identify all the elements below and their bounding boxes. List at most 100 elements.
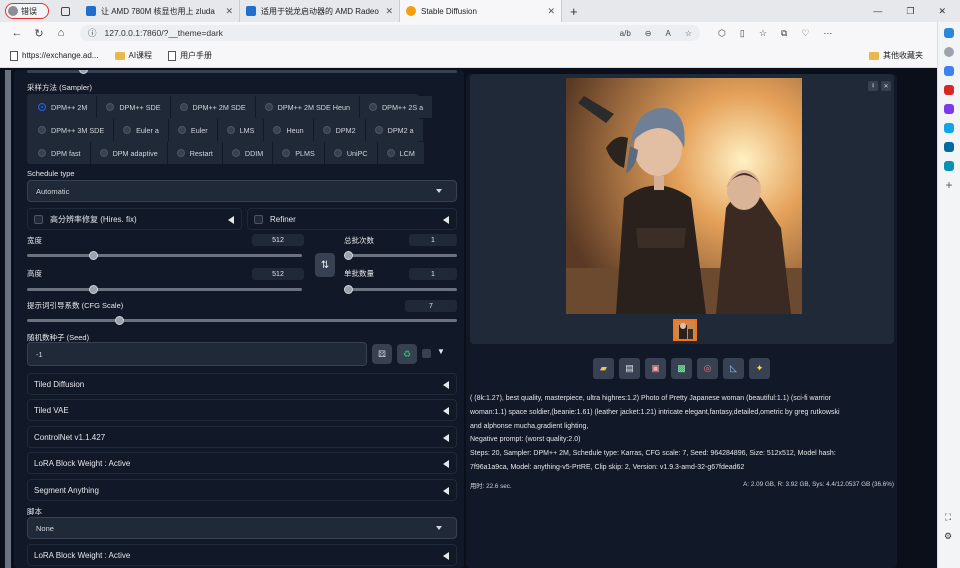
sampler-option[interactable]: DDIM: [222, 142, 274, 164]
screenshot-icon[interactable]: ⛶: [936, 512, 960, 523]
close-icon[interactable]: ✕: [938, 6, 946, 17]
info-icon[interactable]: ⓘ: [88, 27, 97, 39]
accordion-segment-anything[interactable]: Segment Anything: [27, 479, 457, 501]
schedule-type-select[interactable]: Automatic: [27, 180, 457, 202]
script-select[interactable]: None: [27, 517, 457, 539]
settings-icon[interactable]: ⚙: [936, 531, 960, 542]
hires-fix-checkbox[interactable]: [34, 214, 43, 224]
refiner-checkbox[interactable]: [254, 214, 263, 224]
gallery-thumbnail[interactable]: [673, 319, 697, 341]
accordion-lora-block-weight-2[interactable]: LoRA Block Weight : Active: [27, 544, 457, 566]
sampler-option[interactable]: DPM++ 3M SDE: [29, 119, 115, 141]
copilot-icon[interactable]: [944, 28, 954, 38]
favorites-icon[interactable]: ☆: [759, 28, 767, 39]
tab-actions-icon[interactable]: [61, 6, 70, 16]
new-tab-icon[interactable]: +: [570, 4, 578, 19]
save-icon[interactable]: ▤: [619, 358, 640, 379]
swap-dimensions-button[interactable]: ⇅: [315, 253, 335, 277]
batch-size-number[interactable]: 1: [409, 268, 457, 280]
search-icon[interactable]: [944, 47, 954, 57]
tools-icon[interactable]: [944, 85, 954, 95]
favorite-link-1[interactable]: https://exchange.ad...: [10, 50, 99, 61]
sampler-option[interactable]: DPM2: [313, 119, 366, 141]
sampler-option[interactable]: LMS: [217, 119, 265, 141]
slider-thumb[interactable]: [79, 70, 88, 74]
sampler-option[interactable]: DPM adaptive: [90, 142, 168, 164]
cfg-slider-thumb[interactable]: [115, 316, 124, 325]
back-icon[interactable]: ←: [6, 27, 28, 39]
sampler-option[interactable]: DPM2 a: [365, 119, 424, 141]
sampler-option[interactable]: LCM: [377, 142, 425, 164]
tab-2[interactable]: 适用于锐龙启动器的 AMD Radeo ✕: [240, 0, 400, 22]
sampler-option[interactable]: DPM++ SDE: [97, 96, 171, 118]
collections-icon[interactable]: ⧉: [781, 28, 787, 39]
microsoft365-icon[interactable]: [944, 123, 954, 133]
batch-count-number[interactable]: 1: [409, 234, 457, 246]
read-aloud-icon[interactable]: A: [665, 29, 670, 38]
tab-1[interactable]: 让 AMD 780M 核显也用上 zluda ✕: [80, 0, 240, 22]
width-slider-thumb[interactable]: [89, 251, 98, 260]
sampler-option[interactable]: DPM++ 2M SDE: [170, 96, 256, 118]
sampler-option[interactable]: Restart: [167, 142, 223, 164]
batch-size-slider-thumb[interactable]: [344, 285, 353, 294]
close-tab-icon[interactable]: ✕: [385, 6, 393, 17]
height-slider-thumb[interactable]: [89, 285, 98, 294]
shopping-icon[interactable]: [944, 66, 954, 76]
close-tab-icon[interactable]: ✕: [547, 6, 555, 17]
send-to-img2img-icon[interactable]: ▩: [671, 358, 692, 379]
close-tab-icon[interactable]: ✕: [225, 6, 233, 17]
sampler-option[interactable]: UniPC: [324, 142, 378, 164]
send-to-extras-icon[interactable]: ◺: [723, 358, 744, 379]
batch-count-slider-thumb[interactable]: [344, 251, 353, 260]
tab-3[interactable]: Stable Diffusion ✕: [400, 0, 562, 22]
height-number[interactable]: 512: [252, 268, 304, 280]
refiner-accordion[interactable]: Refiner: [247, 208, 457, 230]
outlook-icon[interactable]: [944, 142, 954, 152]
extra-seed-toggle-icon[interactable]: ▼: [437, 347, 445, 356]
sampler-option[interactable]: DPM fast: [29, 142, 91, 164]
accordion-lora-block-weight[interactable]: LoRA Block Weight : Active: [27, 452, 457, 474]
split-screen-icon[interactable]: ▯: [740, 28, 745, 39]
zip-icon[interactable]: ▣: [645, 358, 666, 379]
games-icon[interactable]: [944, 104, 954, 114]
translate-icon[interactable]: a/b: [620, 29, 631, 38]
home-icon[interactable]: ⌂: [50, 27, 72, 39]
send-to-upscale-icon[interactable]: ✦: [749, 358, 770, 379]
profile-button[interactable]: 错误: [5, 3, 49, 19]
favorite-link-manual[interactable]: 用户手册: [168, 50, 212, 61]
accordion-tiled-diffusion[interactable]: Tiled Diffusion: [27, 373, 457, 395]
sampler-option[interactable]: Euler a: [114, 119, 169, 141]
favorite-folder-ai[interactable]: AI课程: [114, 50, 152, 61]
sampler-option[interactable]: PLMS: [273, 142, 325, 164]
sampler-option[interactable]: DPM++ 2S a: [359, 96, 434, 118]
close-icon[interactable]: ✕: [881, 81, 891, 91]
reuse-seed-recycle-icon[interactable]: ♻: [397, 344, 417, 364]
cfg-scale-number[interactable]: 7: [405, 300, 457, 312]
seed-input[interactable]: -1: [27, 342, 367, 366]
random-seed-dice-icon[interactable]: ⚄: [372, 344, 392, 364]
browser-essentials-icon[interactable]: ♡: [801, 28, 809, 39]
extensions-icon[interactable]: ⬡: [718, 28, 726, 39]
hires-fix-accordion[interactable]: 高分辨率修复 (Hires. fix): [27, 208, 242, 230]
url-field[interactable]: ⓘ 127.0.0.1:7860/?__theme=dark a/b ⊖ A ☆: [80, 25, 700, 41]
width-number[interactable]: 512: [252, 234, 304, 246]
accordion-tiled-vae[interactable]: Tiled VAE: [27, 399, 457, 421]
open-folder-icon[interactable]: ▰: [593, 358, 614, 379]
maximize-icon[interactable]: ❐: [906, 6, 914, 17]
minimize-icon[interactable]: —: [873, 6, 882, 17]
scrollbar[interactable]: [5, 70, 11, 568]
sampler-option[interactable]: Heun: [264, 119, 314, 141]
more-icon[interactable]: ⋯: [823, 28, 832, 39]
zoom-icon[interactable]: ⊖: [645, 29, 652, 38]
extra-seed-checkbox[interactable]: [422, 349, 431, 358]
favorite-star-icon[interactable]: ☆: [685, 29, 692, 38]
generated-image[interactable]: [566, 78, 802, 314]
send-to-inpaint-icon[interactable]: ◎: [697, 358, 718, 379]
sampler-option[interactable]: DPM++ 2M SDE Heun: [255, 96, 360, 118]
download-icon[interactable]: ⭳: [868, 81, 878, 91]
reload-icon[interactable]: ↻: [28, 27, 50, 40]
drop-icon[interactable]: [944, 161, 954, 171]
sampler-option[interactable]: DPM++ 2M: [29, 96, 98, 118]
add-icon[interactable]: +: [944, 179, 954, 191]
accordion-controlnet[interactable]: ControlNet v1.1.427: [27, 426, 457, 448]
